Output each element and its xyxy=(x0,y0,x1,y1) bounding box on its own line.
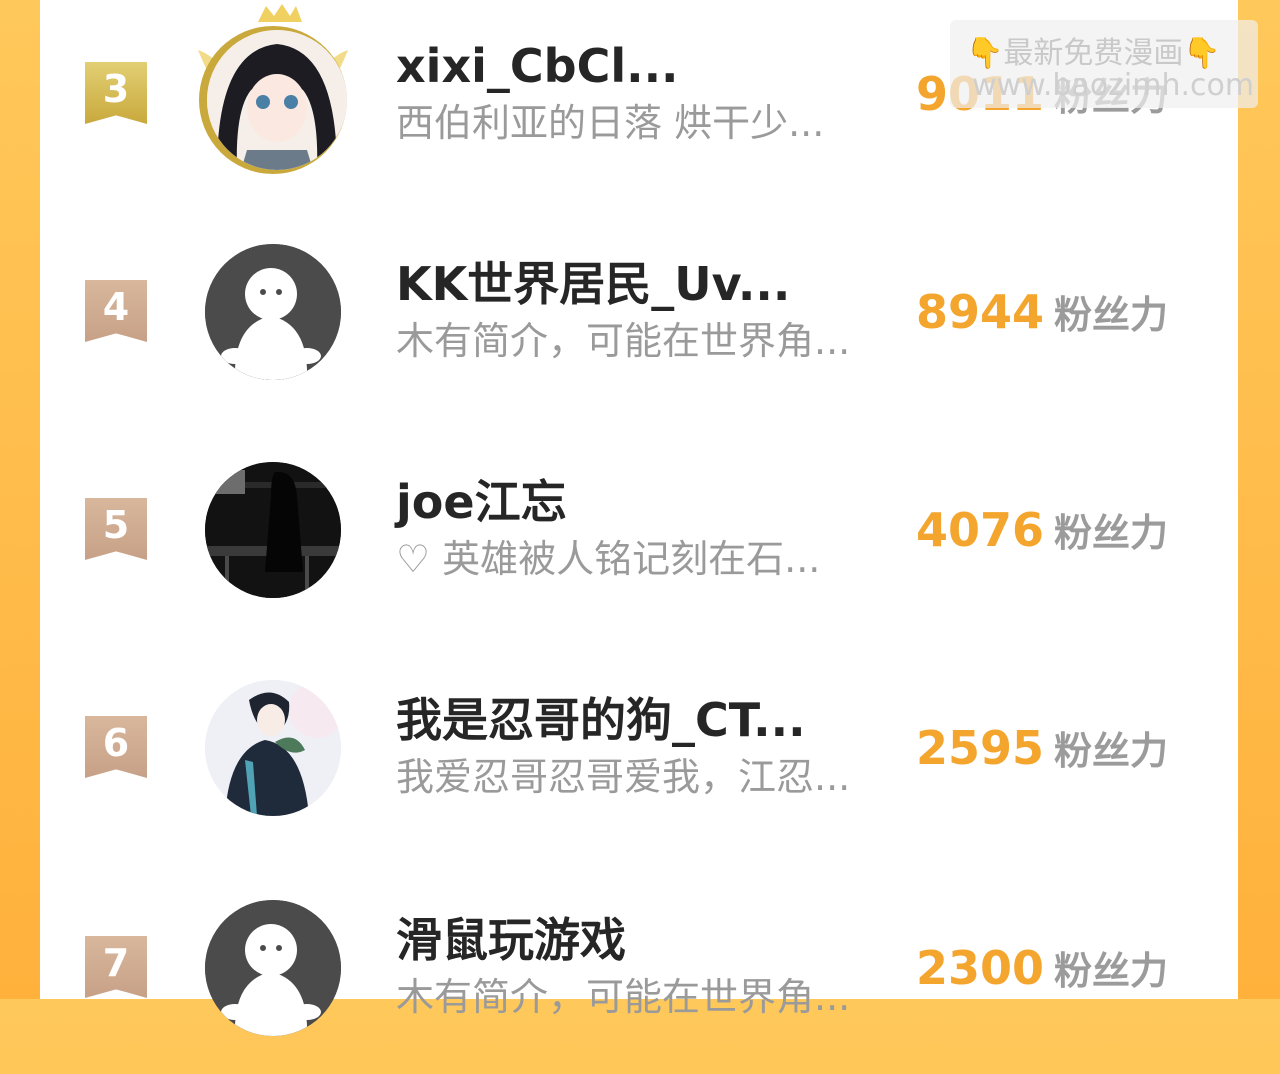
username[interactable]: xixi_CbCl... xyxy=(396,38,679,94)
fan-power-label: 粉丝力 xyxy=(1054,511,1169,555)
fan-power-value: 2595 xyxy=(916,721,1045,775)
fan-power: 8944 粉丝力 xyxy=(916,284,1168,351)
rank-badge: 4 xyxy=(85,280,147,342)
avatar xyxy=(207,30,347,170)
list-item[interactable]: 7 滑鼠玩游戏 木有简介，可能在世界角... 2300 粉丝力 xyxy=(40,874,1238,1074)
fan-power-label: 粉丝力 xyxy=(1054,949,1169,993)
user-bio: 我爱忍哥忍哥爱我，江忍... xyxy=(396,755,851,799)
fan-power-value: 2300 xyxy=(916,941,1045,995)
list-item[interactable]: 6 我是忍哥的狗_CT... 我爱忍哥忍哥爱我，江忍... 2595 粉丝力 xyxy=(40,654,1238,854)
fan-power-label: 粉丝力 xyxy=(1054,729,1169,773)
rank-badge: 3 xyxy=(85,62,147,124)
username[interactable]: KK世界居民_Uv... xyxy=(396,256,790,312)
list-item[interactable]: 5 joe江忘 ♡ 英雄被人铭记刻在石... 4076 粉丝力 xyxy=(40,436,1238,636)
fan-power: 2595 粉丝力 xyxy=(916,720,1168,787)
rank-badge: 6 xyxy=(85,716,147,778)
fan-power: 2300 粉丝力 xyxy=(916,940,1168,1007)
default-avatar-icon xyxy=(205,244,341,380)
rank-badge: 7 xyxy=(85,936,147,998)
fan-power-value: 8944 xyxy=(916,285,1045,339)
user-bio: 木有简介，可能在世界角... xyxy=(396,975,851,1019)
watermark: 👇最新免费漫画👇 www.baozimh.com xyxy=(950,20,1258,108)
avatar xyxy=(205,680,341,816)
ranking-panel: 3 xixi_CbCl... 西伯利亚的日落 烘干少... 9011粉丝力 xyxy=(40,0,1238,1036)
user-bio: 木有简介，可能在世界角... xyxy=(396,319,851,363)
watermark-title: 👇最新免费漫画👇 xyxy=(966,36,1221,71)
fan-power: 4076 粉丝力 xyxy=(916,502,1168,569)
username[interactable]: 滑鼠玩游戏 xyxy=(396,912,626,968)
rank-badge: 5 xyxy=(85,498,147,560)
list-item[interactable]: 4 KK世界居民_Uv... 木有简介，可能在世界角... 8944 粉丝力 xyxy=(40,218,1238,418)
username[interactable]: joe江忘 xyxy=(396,474,567,530)
avatar xyxy=(205,462,341,598)
fan-power-value: 4076 xyxy=(916,503,1045,557)
default-avatar-icon xyxy=(205,900,341,1036)
user-bio: 西伯利亚的日落 烘干少... xyxy=(396,101,825,145)
watermark-url: www.baozimh.com xyxy=(972,68,1255,103)
fan-power-label: 粉丝力 xyxy=(1054,293,1169,337)
username[interactable]: 我是忍哥的狗_CT... xyxy=(396,692,806,748)
user-bio: ♡ 英雄被人铭记刻在石... xyxy=(396,537,821,581)
